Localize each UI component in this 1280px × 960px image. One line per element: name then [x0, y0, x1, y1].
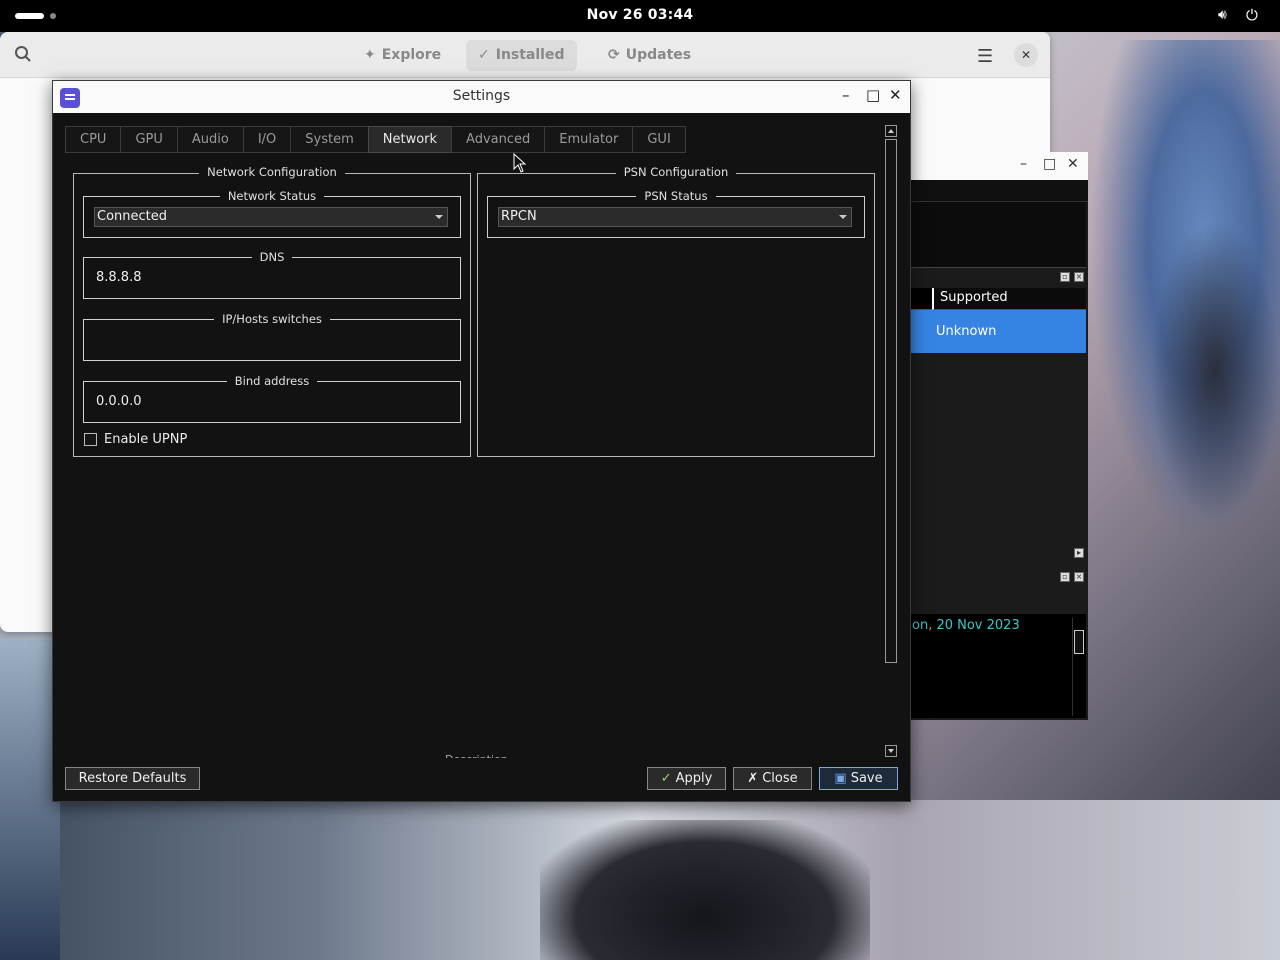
tab-cpu[interactable]: CPU: [65, 126, 121, 153]
dns-field: DNS 8.8.8.8: [83, 250, 461, 299]
close-icon[interactable]: ×: [1074, 572, 1084, 582]
description-label-fragment: Description: [445, 753, 508, 758]
arrow-right-icon[interactable]: ▸: [1074, 548, 1084, 558]
dialog-title: Settings: [452, 88, 511, 104]
float-icon[interactable]: ▫: [1060, 272, 1070, 282]
select-value: RPCN: [501, 209, 537, 224]
selected-row[interactable]: Unknown: [910, 310, 1086, 353]
psn-status-select[interactable]: RPCN: [498, 207, 852, 227]
search-icon[interactable]: [14, 45, 32, 63]
checkbox-label: Enable UPNP: [104, 432, 188, 447]
field-title: Bind address: [84, 374, 460, 389]
maximize-icon[interactable]: □: [1043, 156, 1056, 172]
scrollbar-thumb[interactable]: [885, 139, 897, 663]
wallpaper-art: [1150, 220, 1280, 520]
minimize-icon[interactable]: –: [842, 86, 850, 104]
top-bar: Nov 26 03:44 🔊︎ ⏻: [0, 0, 1280, 32]
sparkle-icon: ✦: [364, 47, 376, 63]
restore-defaults-button[interactable]: Restore Defaults: [65, 767, 200, 790]
select-value: Connected: [97, 209, 168, 224]
wallpaper-art: [540, 820, 870, 960]
mouse-cursor-icon: [513, 153, 527, 173]
tab-label: Updates: [625, 47, 692, 63]
log-text: on, 20 Nov 2023: [912, 618, 1020, 633]
network-status-select[interactable]: Connected: [94, 207, 448, 227]
panel: [910, 202, 1086, 268]
close-icon[interactable]: ✕: [1067, 156, 1079, 172]
log-panel: on, 20 Nov 2023: [910, 614, 1086, 718]
button-label: Save: [850, 771, 883, 786]
group-title: PSN Configuration: [478, 165, 874, 180]
dns-input[interactable]: 8.8.8.8: [96, 270, 141, 285]
window-titlebar: – □ ✕: [910, 152, 1088, 180]
chevron-down-icon: [839, 215, 847, 219]
tab-audio[interactable]: Audio: [176, 126, 243, 153]
column-header-supported-resolutions[interactable]: Supported Resolutions: [932, 288, 1086, 325]
dialog-titlebar: Settings – □ ✕: [53, 81, 910, 113]
vertical-scrollbar[interactable]: [885, 125, 897, 761]
button-label: Apply: [675, 771, 713, 786]
hamburger-menu-icon[interactable]: ☰: [977, 46, 993, 67]
emulator-main-window: – □ ✕ ▫ × Supported Resolutions Unknown …: [910, 152, 1088, 720]
bind-address-input[interactable]: 0.0.0.0: [96, 394, 141, 409]
field-title: Network Status: [84, 189, 460, 204]
field-title: DNS: [84, 250, 460, 265]
chevron-down-icon: [435, 215, 443, 219]
wallpaper-art: [0, 640, 60, 960]
tab-advanced[interactable]: Advanced: [451, 126, 545, 153]
network-status-field: Network Status Connected: [83, 189, 461, 238]
tab-updates[interactable]: ⟳ Updates: [596, 40, 703, 71]
settings-dialog: Settings – □ ✕ CPU GPU Audio I/O System …: [52, 80, 911, 802]
volume-icon[interactable]: 🔊︎: [1218, 7, 1227, 23]
settings-tabs: CPU GPU Audio I/O System Network Advance…: [65, 126, 686, 153]
save-button[interactable]: ▣ Save: [819, 767, 898, 790]
tab-label: Installed: [495, 47, 565, 63]
close-icon[interactable]: ✕: [1014, 43, 1038, 67]
clock[interactable]: Nov 26 03:44: [0, 7, 1280, 23]
bind-address-field: Bind address 0.0.0.0: [83, 374, 461, 423]
field-title: IP/Hosts switches: [84, 312, 460, 327]
software-header: ✦ Explore ✓ Installed ⟳ Updates ☰ ✕: [0, 32, 1050, 78]
check-circle-icon: ✓: [478, 47, 490, 63]
button-label: Close: [762, 771, 798, 786]
floppy-disk-icon: ▣: [834, 771, 847, 786]
tab-label: Explore: [381, 47, 442, 63]
tab-emulator[interactable]: Emulator: [544, 126, 633, 153]
ip-hosts-switches-field: IP/Hosts switches: [83, 312, 461, 361]
maximize-icon[interactable]: □: [866, 86, 880, 104]
log-scrollbar[interactable]: [1072, 618, 1084, 716]
tab-gui[interactable]: GUI: [632, 126, 686, 153]
table-cell: [910, 288, 932, 310]
apply-button[interactable]: ✓ Apply: [647, 767, 726, 790]
close-icon: ✗: [747, 771, 759, 786]
toolbar: [910, 180, 1088, 202]
tab-io[interactable]: I/O: [242, 126, 291, 153]
scrollbar-thumb[interactable]: [1074, 630, 1084, 654]
close-icon[interactable]: ×: [1074, 272, 1084, 282]
tab-gpu[interactable]: GPU: [120, 126, 177, 153]
minimize-icon[interactable]: –: [1020, 156, 1027, 172]
tab-explore[interactable]: ✦ Explore: [352, 40, 453, 71]
power-icon[interactable]: ⏻: [1246, 6, 1258, 24]
close-icon[interactable]: ✕: [889, 86, 902, 104]
scroll-up-icon[interactable]: [885, 125, 897, 137]
refresh-icon: ⟳: [608, 47, 620, 63]
enable-upnp-option: Enable UPNP: [84, 432, 187, 447]
enable-upnp-checkbox[interactable]: [84, 433, 97, 446]
group-title: Network Configuration: [74, 165, 470, 180]
field-title: PSN Status: [488, 189, 864, 204]
float-icon[interactable]: ▫: [1060, 572, 1070, 582]
tab-system[interactable]: System: [290, 126, 368, 153]
scroll-down-icon[interactable]: [885, 745, 897, 757]
psn-status-field: PSN Status RPCN: [487, 189, 865, 238]
checkmark-icon: ✓: [660, 771, 672, 786]
tab-installed[interactable]: ✓ Installed: [466, 40, 577, 71]
tab-network[interactable]: Network: [367, 126, 452, 153]
close-button[interactable]: ✗ Close: [733, 767, 812, 790]
